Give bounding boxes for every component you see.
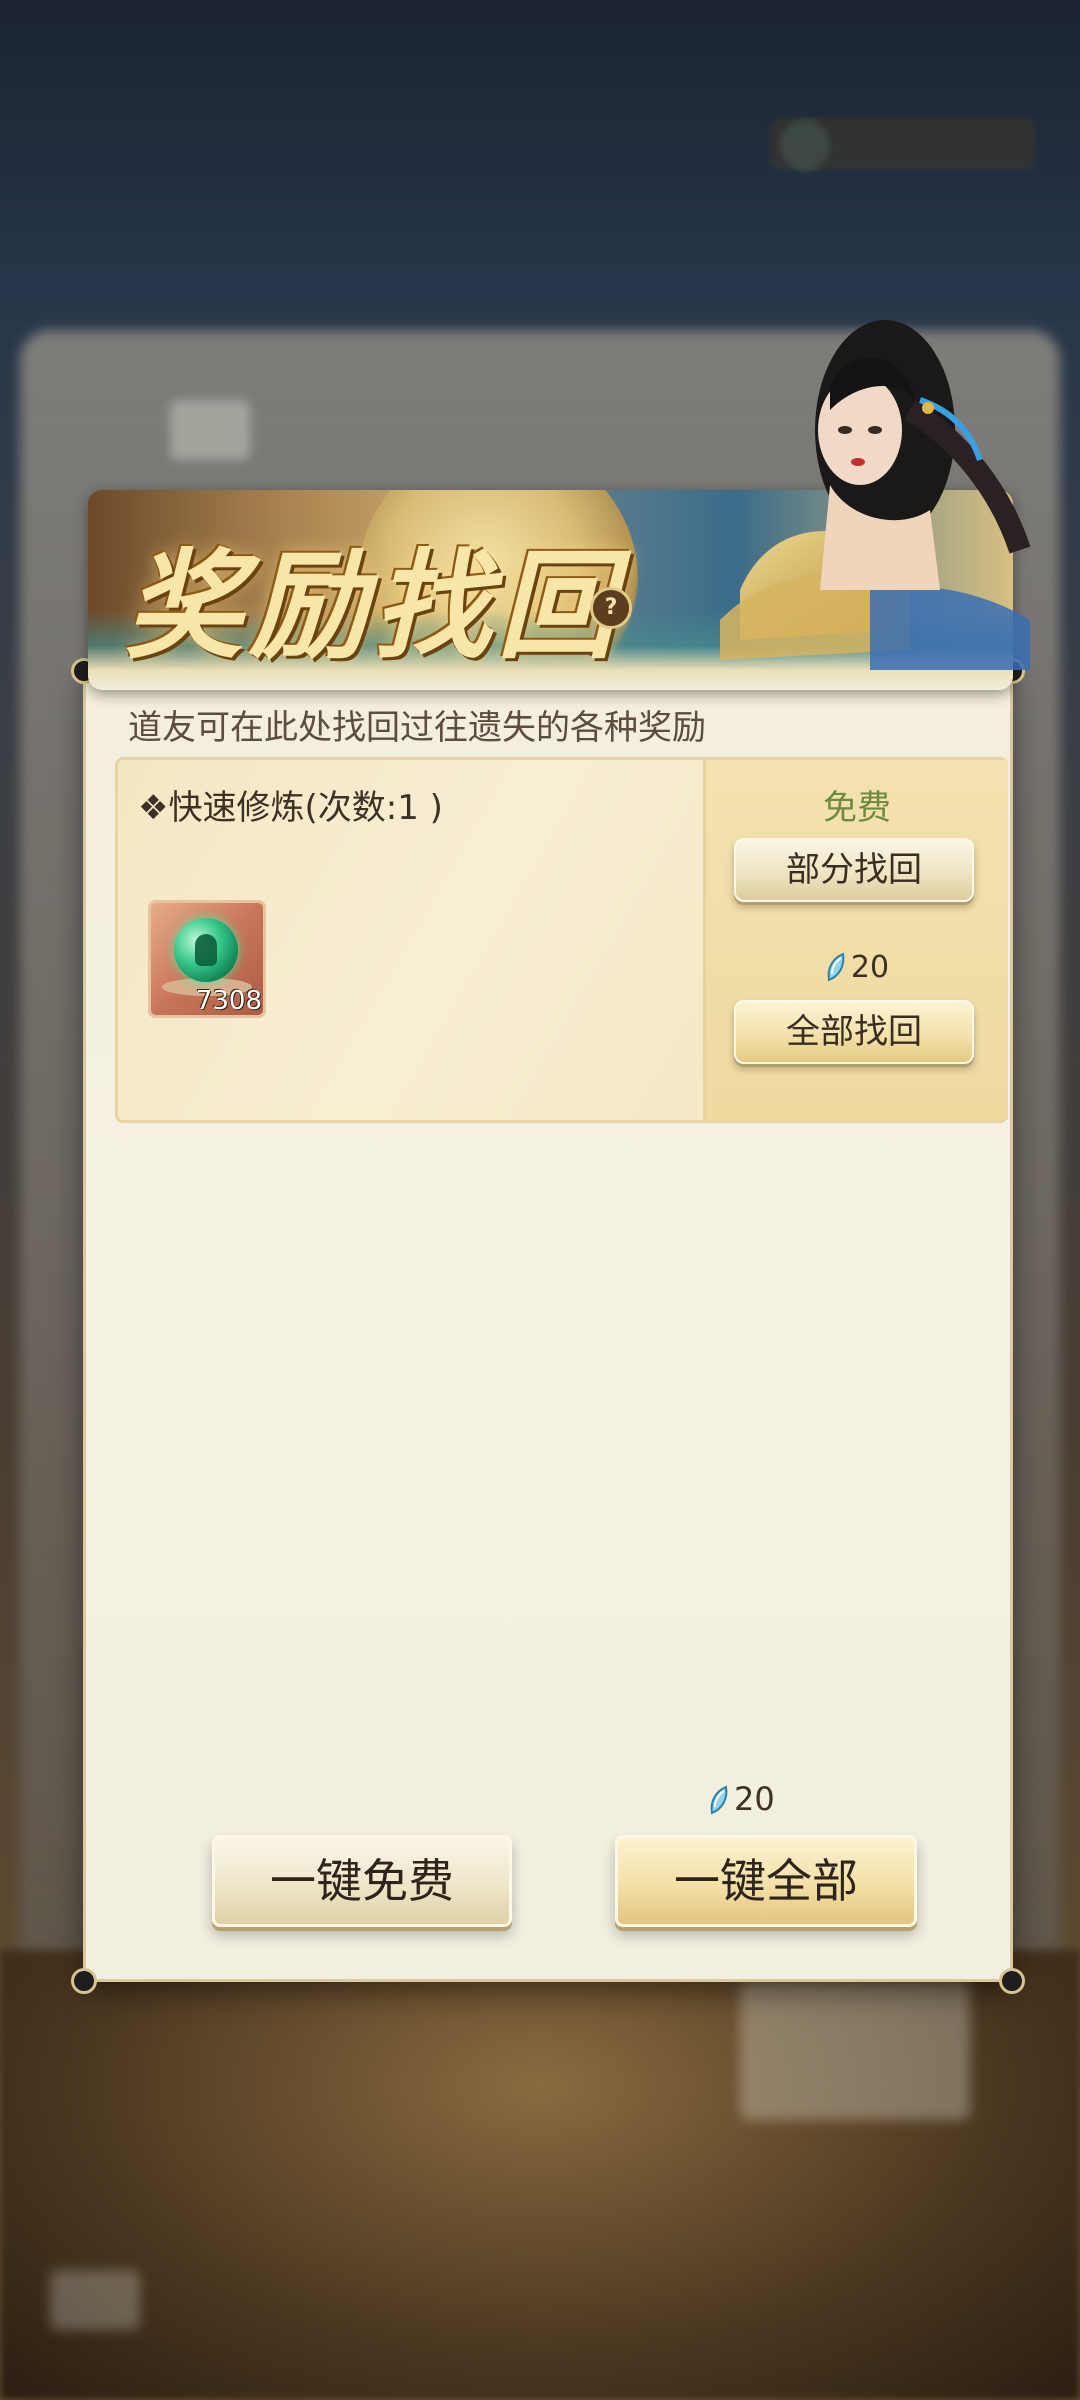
cost-amount: 20 — [734, 1780, 775, 1818]
one-key-free-button[interactable]: 一键免费 — [212, 1835, 512, 1927]
full-recover-cost: 20 — [706, 950, 1008, 985]
reward-actions: 免费 部分找回 20 全部找回 — [703, 760, 1008, 1120]
cost-amount: 20 — [850, 950, 890, 985]
one-key-all-cost: 20 — [708, 1780, 775, 1818]
help-icon[interactable]: ? — [590, 587, 632, 629]
reward-row-title: ❖快速修炼(次数:1 ) — [138, 788, 443, 828]
meditating-figure-icon — [195, 934, 217, 966]
reward-row: ❖快速修炼(次数:1 ) 7308 免费 部分找回 20 全部找回 — [115, 757, 1008, 1123]
corner-ornament — [71, 1968, 97, 1994]
background-decoration — [50, 2270, 140, 2330]
jade-currency-icon — [827, 952, 845, 982]
page-subtitle: 道友可在此处找回过往遗失的各种奖励 — [128, 708, 706, 748]
reward-item-slot[interactable]: 7308 — [148, 900, 266, 1018]
character-illustration — [720, 320, 1031, 670]
partial-recover-button[interactable]: 部分找回 — [734, 838, 974, 902]
one-key-all-button[interactable]: 一键全部 — [615, 1835, 917, 1927]
background-decoration — [740, 1980, 970, 2120]
background-decoration — [170, 400, 250, 460]
background-currency-bar — [770, 118, 1035, 170]
item-quantity: 7308 — [195, 986, 262, 1016]
jade-currency-icon — [710, 1785, 728, 1815]
page-title: 奖励找回 — [125, 536, 622, 675]
full-recover-button[interactable]: 全部找回 — [734, 1000, 974, 1064]
free-label: 免费 — [823, 788, 891, 828]
corner-ornament — [999, 1968, 1025, 1994]
